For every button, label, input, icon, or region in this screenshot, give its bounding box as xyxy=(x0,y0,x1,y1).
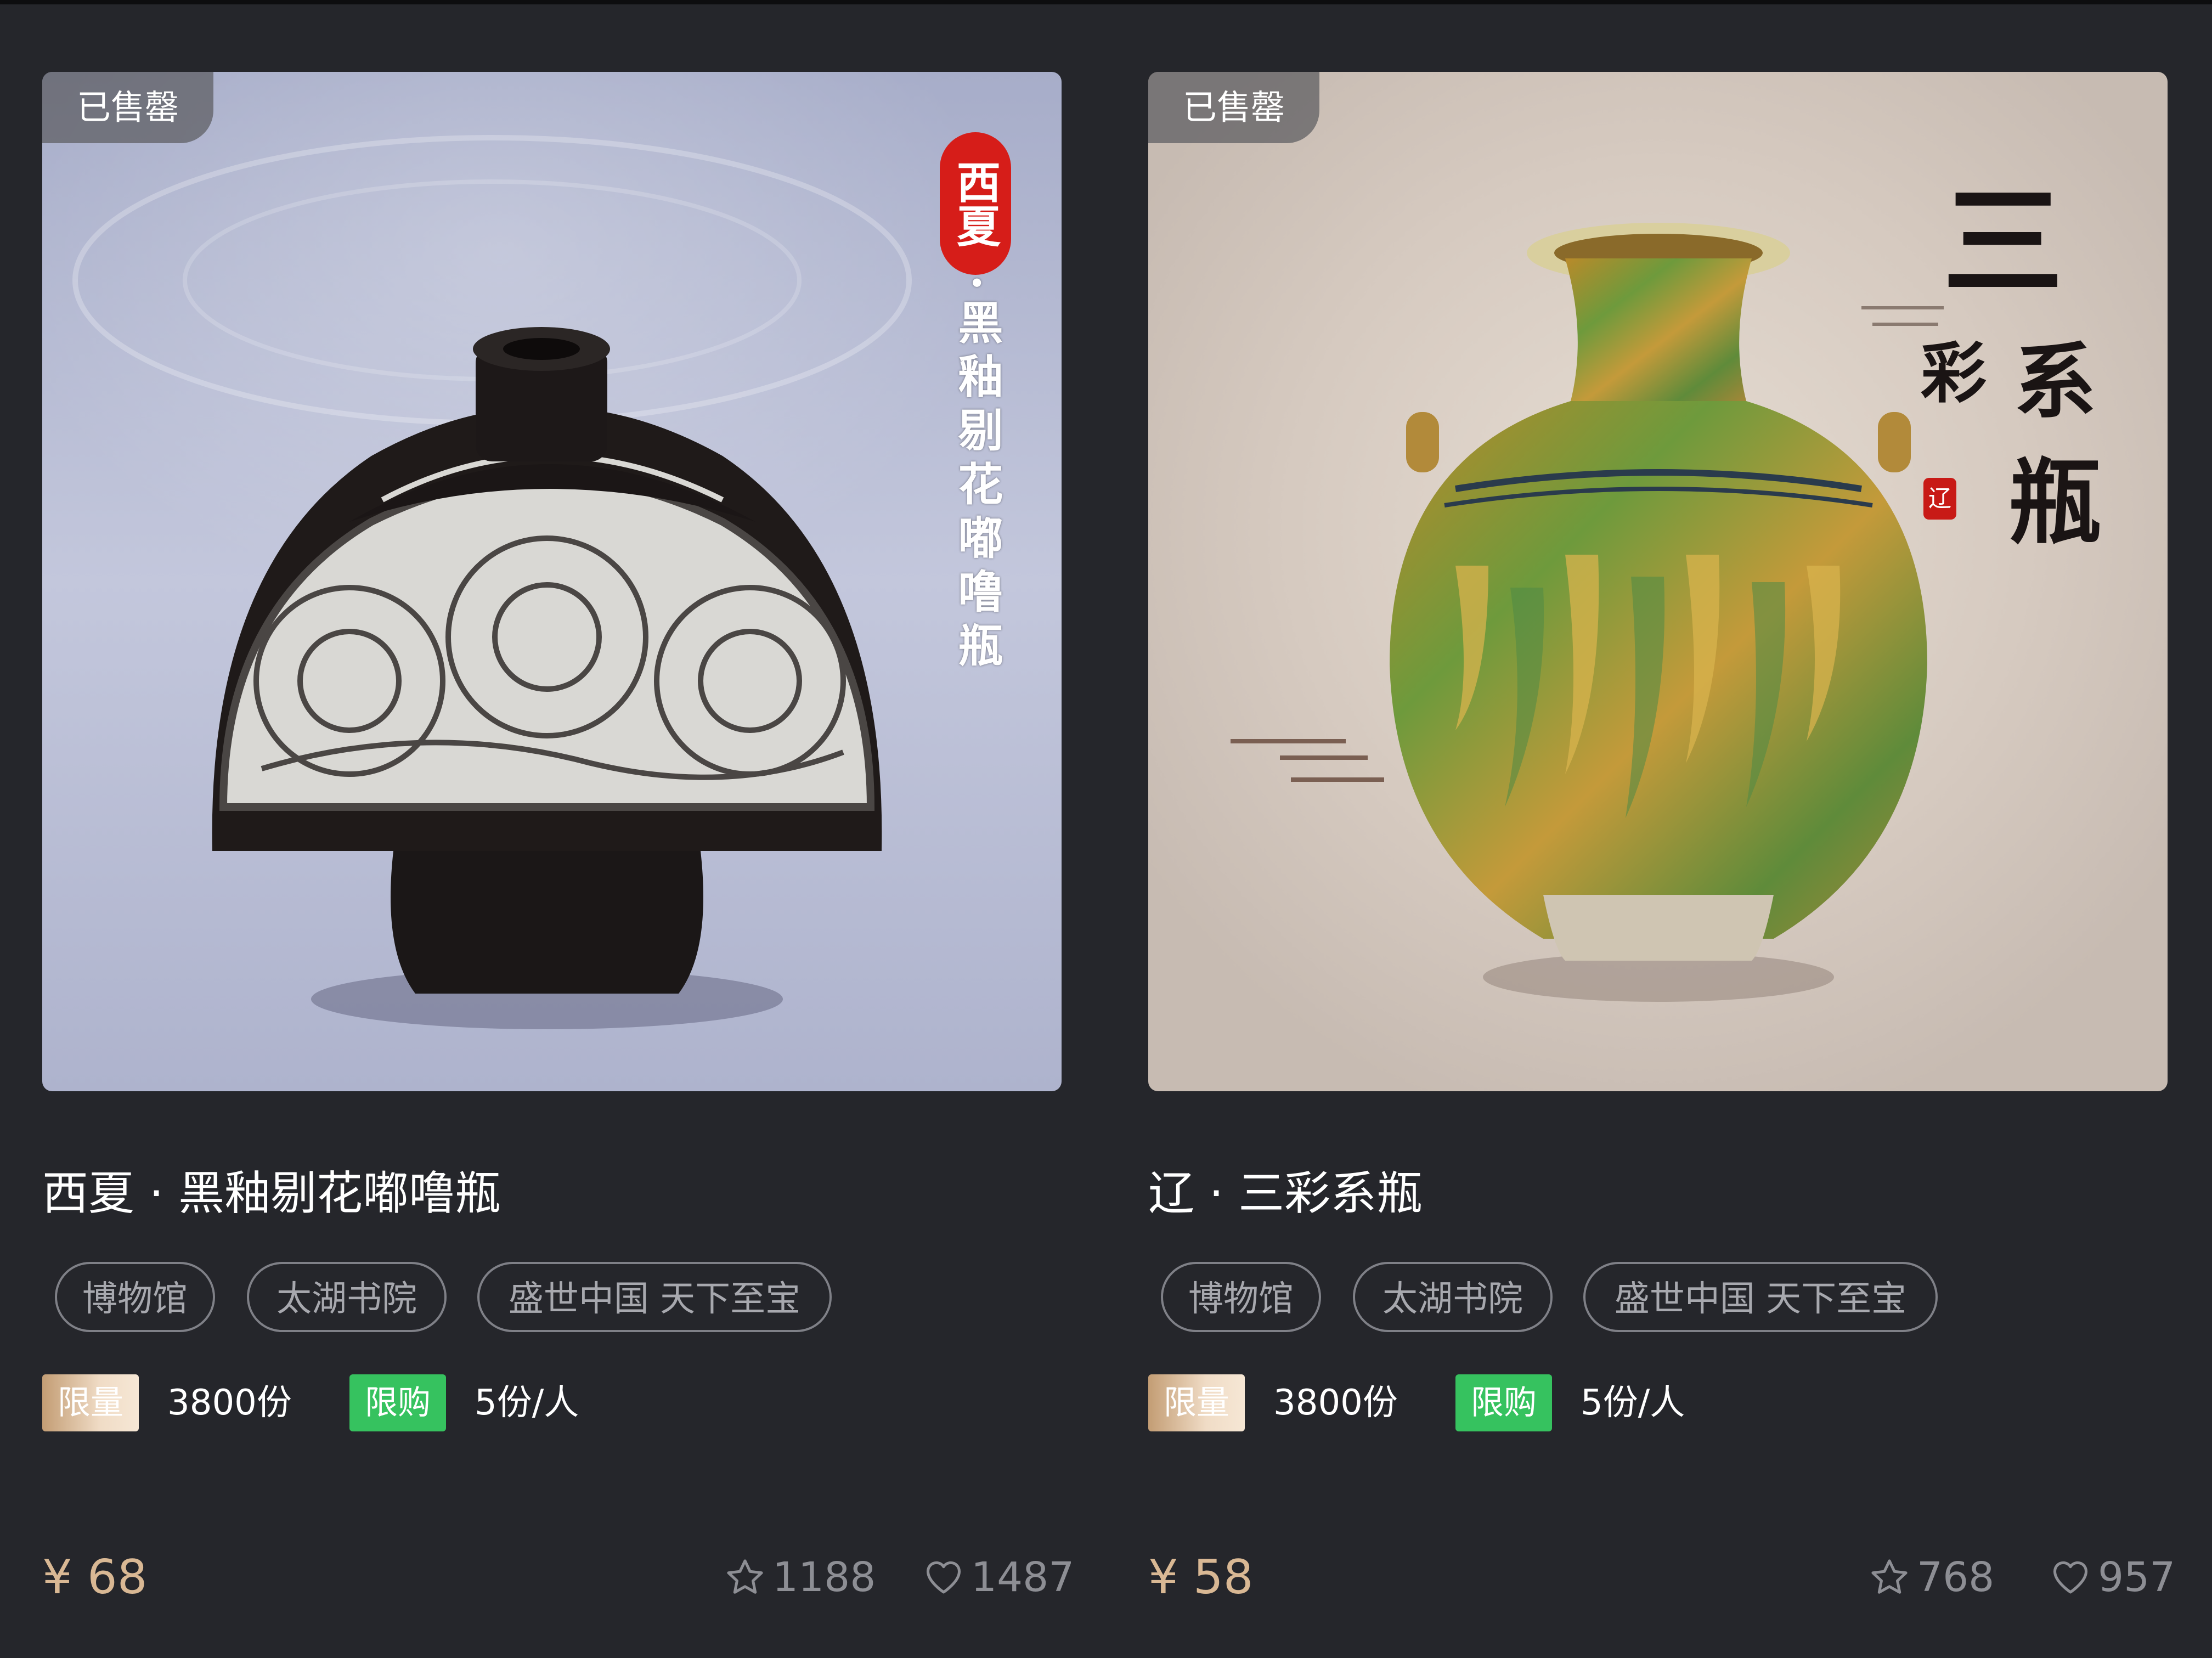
star-outline-icon xyxy=(1871,1559,1908,1594)
tag-taihu-academy[interactable]: 太湖书院 xyxy=(1353,1262,1553,1332)
brush-char: 瓶 xyxy=(2008,448,2102,557)
favorite-count[interactable]: 1188 xyxy=(724,1547,876,1608)
image-vertical-title: ·黑釉剔花嘟噜瓶 xyxy=(950,275,1003,676)
product-image[interactable]: 西夏 ·黑釉剔花嘟噜瓶 已售罄 xyxy=(42,72,1062,1091)
limit-quantity: 3800份 xyxy=(1273,1383,1398,1423)
purchase-limit-badge: 限购 xyxy=(349,1374,446,1431)
limit-badge: 限量 xyxy=(42,1374,139,1431)
favorite-count-value: 768 xyxy=(1917,1554,1995,1601)
brush-char: 彩 xyxy=(1921,335,1987,412)
brush-char: 系 xyxy=(2014,334,2097,430)
card-footer: ¥ 68 1188 1487 xyxy=(0,1547,1106,1608)
sold-out-badge: 已售罄 xyxy=(42,72,213,143)
dynasty-seal: 西夏 xyxy=(940,132,1011,275)
price: ¥ 68 xyxy=(42,1550,148,1605)
favorite-count[interactable]: 768 xyxy=(1869,1547,1994,1608)
product-card[interactable]: 三 彩 系 瓶 辽 已售罄 辽 · 三彩系瓶 博物馆 太湖书院 盛世中国 天下至… xyxy=(1106,0,2212,1658)
product-card[interactable]: 西夏 ·黑釉剔花嘟噜瓶 已售罄 西夏 · 黑釉剔花嘟噜瓶 博物馆 太湖书院 盛世… xyxy=(0,0,1106,1658)
favorite-count-value: 1188 xyxy=(772,1554,876,1601)
limit-quantity: 3800份 xyxy=(167,1383,292,1423)
product-title[interactable]: 西夏 · 黑釉剔花嘟噜瓶 xyxy=(42,1157,501,1223)
tag-museum[interactable]: 博物馆 xyxy=(1161,1262,1321,1332)
tag-taihu-academy[interactable]: 太湖书院 xyxy=(247,1262,447,1332)
tag-shengshi-china[interactable]: 盛世中国 天下至宝 xyxy=(1583,1262,1938,1332)
vase-illustration xyxy=(72,135,912,1029)
like-count[interactable]: 1487 xyxy=(923,1547,1074,1608)
card-footer: ¥ 58 768 957 xyxy=(1106,1547,2212,1608)
tag-museum[interactable]: 博物馆 xyxy=(55,1262,215,1332)
like-count[interactable]: 957 xyxy=(2050,1547,2175,1608)
limit-badge: 限量 xyxy=(1148,1374,1245,1431)
top-divider xyxy=(1106,0,2212,4)
purchase-limit-value: 5份/人 xyxy=(475,1383,579,1423)
top-divider xyxy=(0,0,1106,4)
tag-shengshi-china[interactable]: 盛世中国 天下至宝 xyxy=(477,1262,832,1332)
sold-out-badge: 已售罄 xyxy=(1148,72,1319,143)
star-outline-icon xyxy=(727,1559,763,1594)
purchase-limit-badge: 限购 xyxy=(1455,1374,1552,1431)
dynasty-seal: 辽 xyxy=(1923,478,1956,520)
like-count-value: 957 xyxy=(2098,1554,2176,1601)
product-title[interactable]: 辽 · 三彩系瓶 xyxy=(1148,1157,1423,1223)
price: ¥ 58 xyxy=(1148,1550,1254,1605)
heart-outline-icon xyxy=(2053,1561,2088,1594)
like-count-value: 1487 xyxy=(971,1554,1075,1601)
purchase-limit-value: 5份/人 xyxy=(1581,1383,1685,1423)
product-image[interactable]: 三 彩 系 瓶 辽 已售罄 xyxy=(1148,72,2168,1091)
heart-outline-icon xyxy=(926,1561,961,1594)
brush-char: 三 xyxy=(1943,171,2064,313)
